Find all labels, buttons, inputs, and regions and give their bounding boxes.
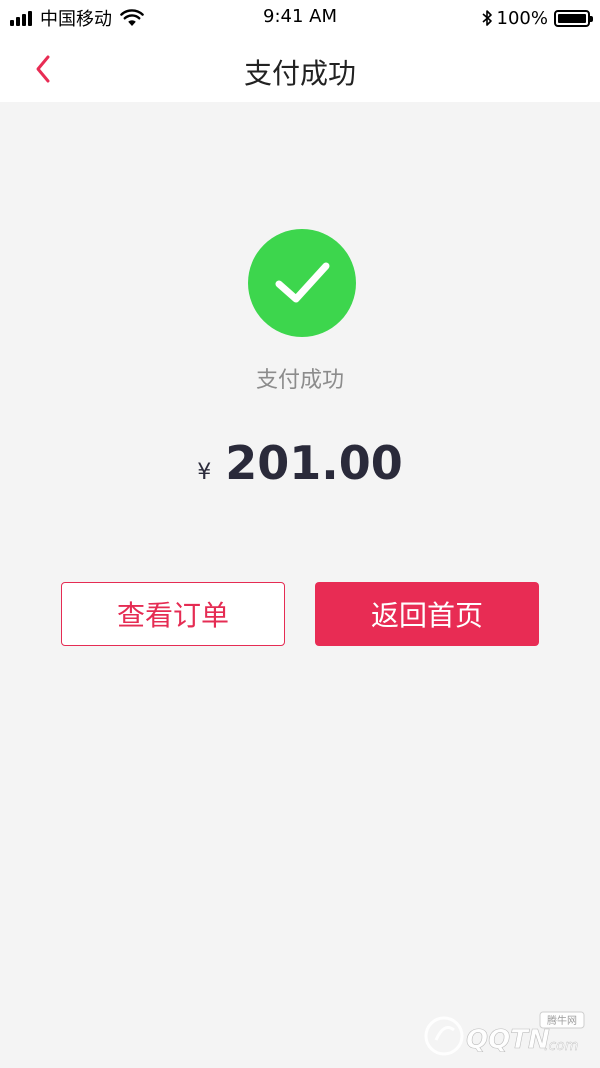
battery-icon xyxy=(554,9,593,27)
navigation-bar: 支付成功 xyxy=(0,36,600,102)
svg-text:.com: .com xyxy=(544,1038,578,1054)
success-icon xyxy=(248,229,356,337)
svg-text:QQTN: QQTN xyxy=(466,1025,550,1055)
svg-text:腾牛网: 腾牛网 xyxy=(547,1014,577,1027)
go-home-button[interactable]: 返回首页 xyxy=(315,582,539,646)
check-circle-icon xyxy=(275,262,330,303)
page-title: 支付成功 xyxy=(243,57,356,90)
payment-status-text: 支付成功 xyxy=(255,368,344,393)
currency-symbol: ¥ xyxy=(197,460,212,485)
view-order-button[interactable]: 查看订单 xyxy=(61,582,285,646)
payment-amount: ¥ 201.00 xyxy=(0,436,600,490)
battery-percentage: 100% xyxy=(496,7,548,29)
status-right: 100% xyxy=(481,6,593,30)
bluetooth-icon xyxy=(482,10,492,26)
qqtn-watermark-logo: QQTN .com 腾牛网 xyxy=(424,1011,585,1056)
status-bar: 中国移动 9:41 AM 100% xyxy=(0,0,600,36)
amount-value: 201.00 xyxy=(225,436,403,490)
